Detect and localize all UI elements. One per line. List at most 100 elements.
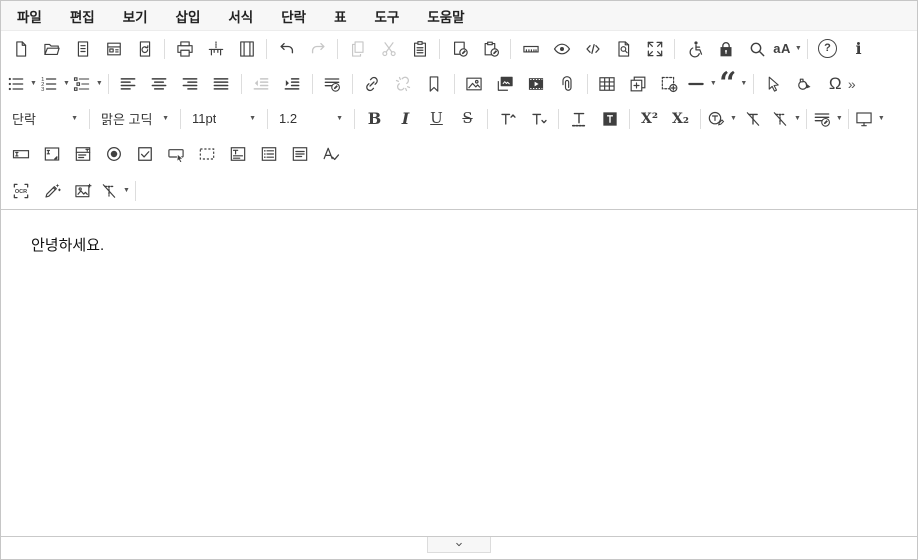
page-setup-button[interactable] xyxy=(200,34,231,64)
block-format-select[interactable]: 단락▼ xyxy=(5,104,85,134)
editor-content[interactable]: 안녕하세요. xyxy=(1,210,917,536)
textarea-field-button[interactable] xyxy=(36,139,67,169)
help-button[interactable]: ? xyxy=(812,34,843,64)
clear-style-button[interactable]: ▼ xyxy=(98,176,131,206)
menu-tools[interactable]: 도구 xyxy=(360,1,413,30)
justify-button[interactable] xyxy=(206,69,237,99)
align-center-button[interactable] xyxy=(144,69,175,99)
checkbox-field-button[interactable] xyxy=(129,139,160,169)
menu-file[interactable]: 파일 xyxy=(3,1,56,30)
line-height-select[interactable]: 1.2▼ xyxy=(272,104,350,134)
insert-media-button[interactable] xyxy=(521,69,552,99)
insert-image-button[interactable] xyxy=(459,69,490,99)
numbered-list-button[interactable]: ▼ xyxy=(38,69,71,99)
menu-format[interactable]: 서식 xyxy=(214,1,267,30)
menu-edit[interactable]: 편집 xyxy=(56,1,109,30)
font-size-up-button[interactable] xyxy=(492,104,523,134)
outdent-button[interactable] xyxy=(246,69,277,99)
push-button-button[interactable] xyxy=(160,139,191,169)
editor-paragraph[interactable]: 안녕하세요. xyxy=(31,234,887,255)
cut-button[interactable] xyxy=(373,34,404,64)
restore-document-button[interactable] xyxy=(129,34,160,64)
lock-button[interactable] xyxy=(710,34,741,64)
paste-as-text-button[interactable] xyxy=(475,34,506,64)
insert-snippet-button[interactable] xyxy=(654,69,685,99)
select-field-button[interactable] xyxy=(67,139,98,169)
page-margins-icon xyxy=(237,39,257,59)
align-right-button[interactable] xyxy=(175,69,206,99)
undo-button[interactable] xyxy=(271,34,302,64)
insert-link-button[interactable] xyxy=(357,69,388,99)
menu-insert[interactable]: 삽입 xyxy=(162,1,215,30)
form-layout-button[interactable] xyxy=(98,34,129,64)
background-color-button[interactable] xyxy=(594,104,625,134)
insert-frame-button[interactable] xyxy=(623,69,654,99)
fullscreen-button[interactable] xyxy=(639,34,670,64)
input-field-button[interactable] xyxy=(5,139,36,169)
preview-button[interactable] xyxy=(546,34,577,64)
info-button[interactable]: i xyxy=(843,34,874,64)
print-button[interactable] xyxy=(169,34,200,64)
spellcheck-button[interactable] xyxy=(315,139,346,169)
ai-pen-button[interactable] xyxy=(36,176,67,206)
display-mode-button[interactable]: ▼ xyxy=(853,104,886,134)
font-size-down-button[interactable] xyxy=(523,104,554,134)
redo-button[interactable] xyxy=(302,34,333,64)
paragraph-format-button[interactable] xyxy=(317,69,348,99)
remove-link-button[interactable] xyxy=(388,69,419,99)
align-left-button[interactable] xyxy=(113,69,144,99)
select-pointer-button[interactable] xyxy=(758,69,789,99)
form-block-button[interactable] xyxy=(222,139,253,169)
menu-view[interactable]: 보기 xyxy=(109,1,162,30)
page-preview-button[interactable] xyxy=(608,34,639,64)
paste-special-button[interactable] xyxy=(444,34,475,64)
radio-button-button[interactable] xyxy=(98,139,129,169)
document-text-button[interactable] xyxy=(67,34,98,64)
new-document-button[interactable] xyxy=(5,34,36,64)
menu-paragraph[interactable]: 단락 xyxy=(267,1,320,30)
insert-table-button[interactable] xyxy=(592,69,623,99)
source-code-button[interactable] xyxy=(577,34,608,64)
list-field-button[interactable] xyxy=(253,139,284,169)
blockquote-button[interactable]: “▼ xyxy=(718,69,749,99)
font-size-select[interactable]: 11pt▼ xyxy=(185,104,263,134)
toolbar-separator xyxy=(587,74,588,94)
label-field-button[interactable] xyxy=(284,139,315,169)
accessibility-check-button[interactable] xyxy=(679,34,710,64)
object-edit-button[interactable] xyxy=(789,69,820,99)
copy-button[interactable] xyxy=(342,34,373,64)
font-family-select[interactable]: 맑은 고딕▼ xyxy=(94,104,176,134)
superscript-button[interactable]: X² xyxy=(634,104,665,134)
image-gallery-button[interactable] xyxy=(490,69,521,99)
clear-format-advanced-button[interactable]: ▼ xyxy=(769,104,802,134)
text-scale-button[interactable]: aA▼ xyxy=(772,34,803,64)
horizontal-line-button[interactable]: ▼ xyxy=(685,69,718,99)
format-painter-button[interactable]: ▼ xyxy=(705,104,738,134)
strikethrough-button[interactable]: S xyxy=(452,104,483,134)
italic-button[interactable]: I xyxy=(390,104,421,134)
multilevel-list-button[interactable]: ▼ xyxy=(71,69,104,99)
text-color-button[interactable] xyxy=(563,104,594,134)
page-margins-button[interactable] xyxy=(231,34,262,64)
indent-button[interactable] xyxy=(277,69,308,99)
ai-image-button[interactable] xyxy=(67,176,98,206)
ruler-button[interactable] xyxy=(515,34,546,64)
clear-format-button[interactable] xyxy=(738,104,769,134)
menu-table[interactable]: 표 xyxy=(320,1,360,30)
attach-file-button[interactable] xyxy=(552,69,583,99)
selection-area-button[interactable] xyxy=(191,139,222,169)
find-replace-button[interactable] xyxy=(741,34,772,64)
ocr-button[interactable] xyxy=(5,176,36,206)
underline-button[interactable]: U xyxy=(421,104,452,134)
bullet-list-button[interactable]: ▼ xyxy=(5,69,38,99)
expand-button[interactable] xyxy=(427,537,491,553)
bold-button[interactable]: B xyxy=(359,104,390,134)
menu-help[interactable]: 도움말 xyxy=(413,1,478,30)
toolbar-overflow-button[interactable]: » xyxy=(847,69,861,99)
subscript-button[interactable]: X₂ xyxy=(665,104,696,134)
open-document-button[interactable] xyxy=(36,34,67,64)
bookmark-button[interactable] xyxy=(419,69,450,99)
paragraph-style-button[interactable]: ▼ xyxy=(811,104,844,134)
paste-button[interactable] xyxy=(404,34,435,64)
ai-image-icon xyxy=(73,181,93,201)
